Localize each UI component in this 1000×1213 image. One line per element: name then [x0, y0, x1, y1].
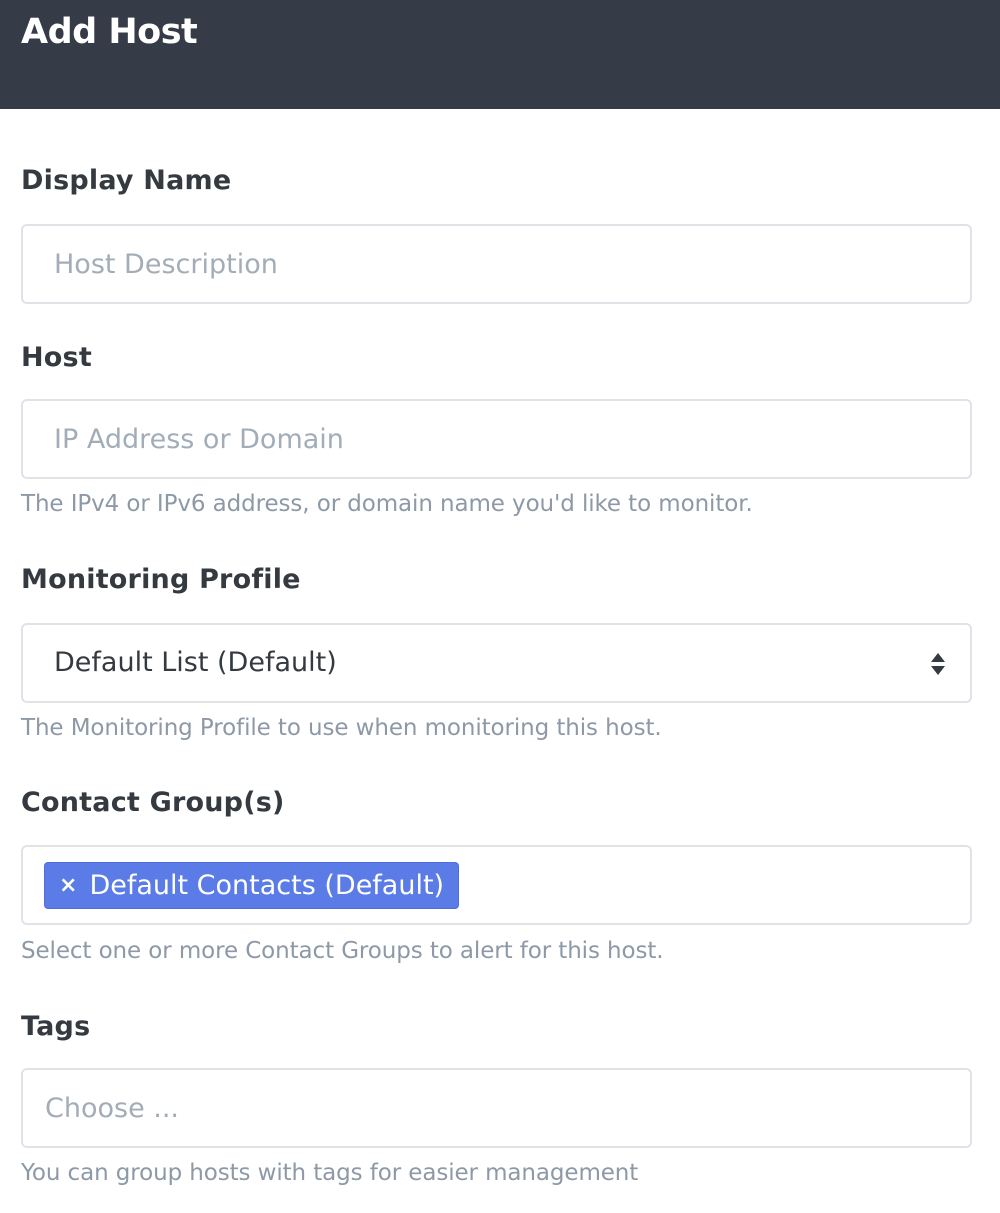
- host-input[interactable]: [23, 401, 970, 477]
- monitoring-profile-select[interactable]: Default List (Default): [21, 623, 972, 703]
- display-name-field-wrapper: [21, 224, 972, 304]
- sort-arrows-icon: [931, 653, 945, 675]
- contact-groups-label: Contact Group(s): [21, 787, 285, 818]
- monitoring-profile-help-text: The Monitoring Profile to use when monit…: [21, 715, 662, 741]
- modal-header: Add Host: [0, 0, 1000, 109]
- contact-group-chip: × Default Contacts (Default): [44, 862, 460, 909]
- contact-groups-multiselect[interactable]: × Default Contacts (Default): [21, 845, 972, 925]
- tags-input[interactable]: [23, 1070, 970, 1146]
- chip-remove-icon[interactable]: ×: [59, 873, 77, 898]
- host-help-text: The IPv4 or IPv6 address, or domain name…: [21, 491, 753, 517]
- tags-label: Tags: [21, 1011, 91, 1042]
- tags-field-wrapper: [21, 1068, 972, 1148]
- monitoring-profile-selected-value: Default List (Default): [54, 647, 337, 678]
- host-label: Host: [21, 342, 92, 373]
- page-title: Add Host: [21, 12, 198, 52]
- contact-groups-help-text: Select one or more Contact Groups to ale…: [21, 938, 664, 964]
- display-name-label: Display Name: [21, 165, 232, 196]
- display-name-input[interactable]: [23, 226, 970, 302]
- monitoring-profile-label: Monitoring Profile: [21, 564, 301, 595]
- chip-label: Default Contacts (Default): [89, 870, 445, 901]
- tags-help-text: You can group hosts with tags for easier…: [21, 1160, 639, 1186]
- host-field-wrapper: [21, 399, 972, 479]
